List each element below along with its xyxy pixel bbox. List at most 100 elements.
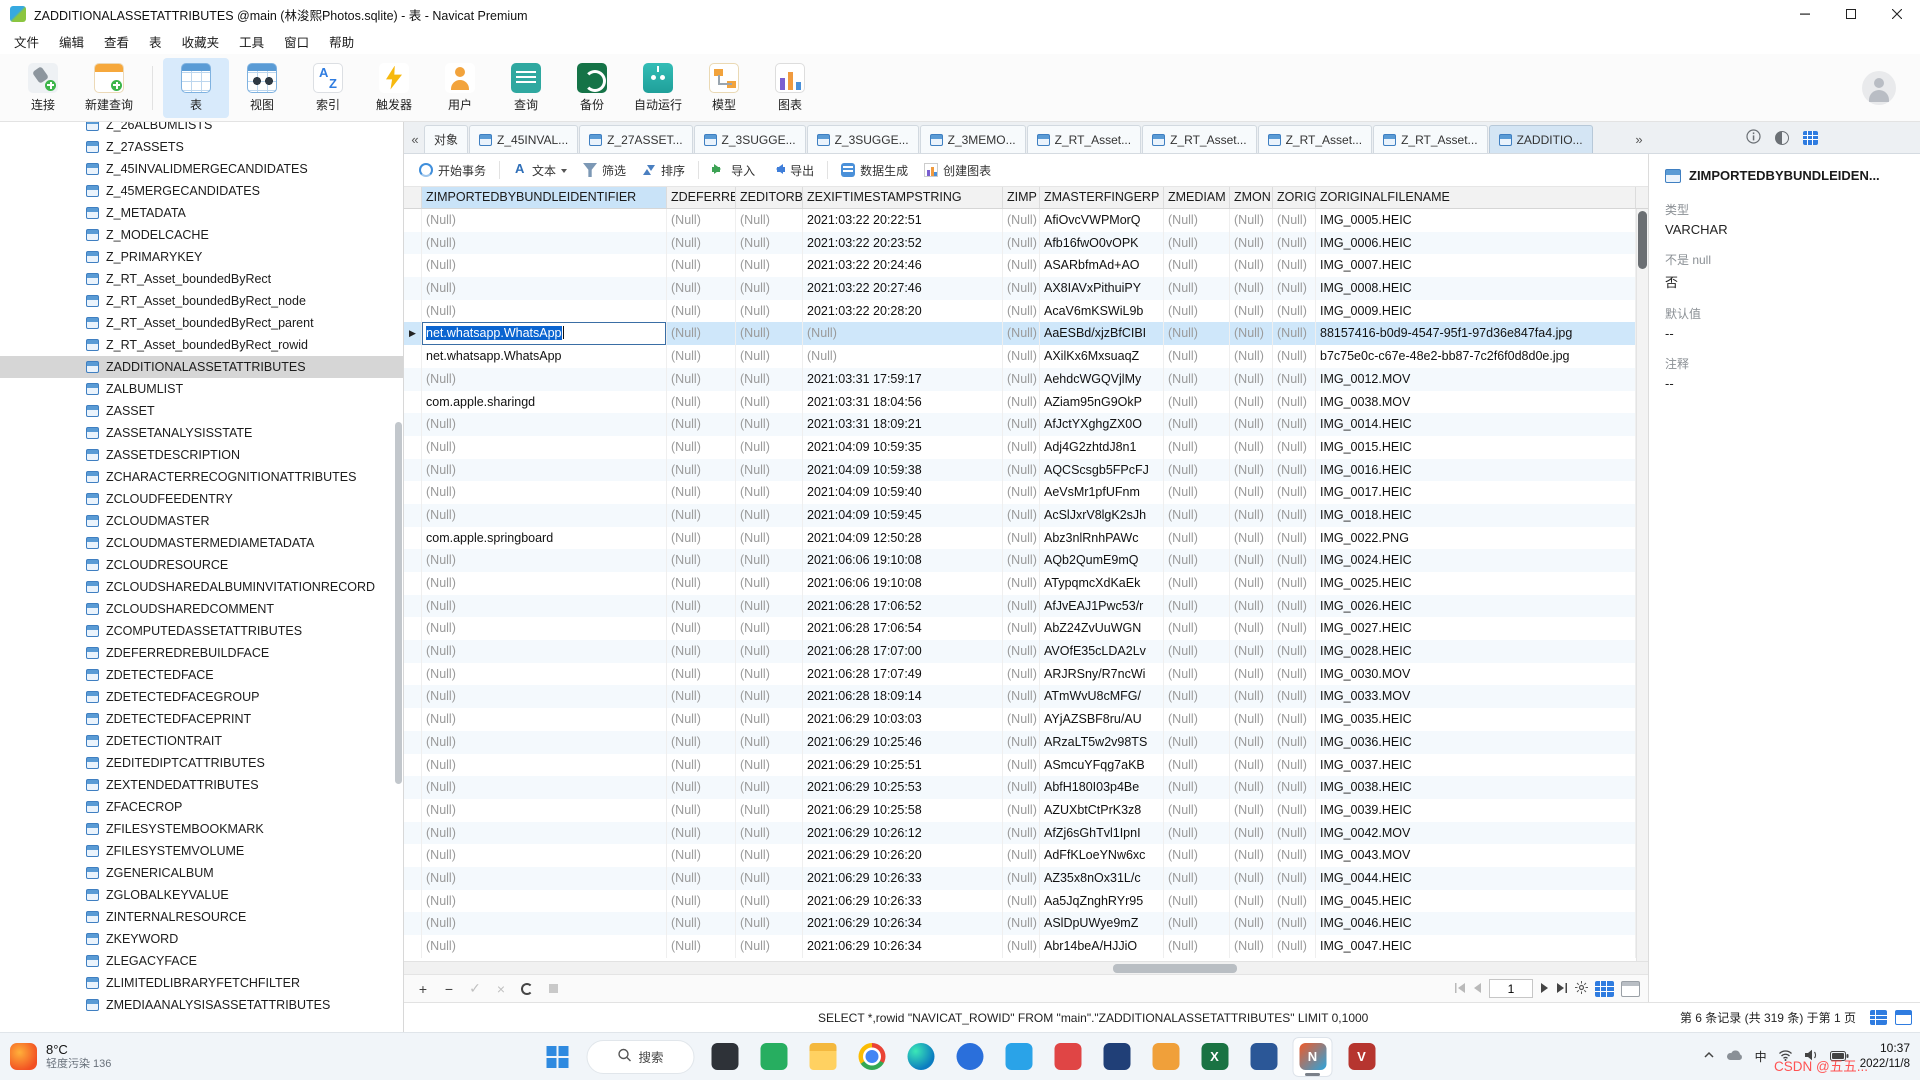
cell[interactable]: (Null): [1164, 481, 1230, 504]
toolbar-index[interactable]: 索引: [295, 58, 361, 118]
sidebar-item[interactable]: ZLIMITEDLIBRARYFETCHFILTER: [0, 972, 403, 994]
cell[interactable]: (Null): [1164, 254, 1230, 277]
cell[interactable]: (Null): [1164, 799, 1230, 822]
sidebar-item[interactable]: ZALBUMLIST: [0, 378, 403, 400]
cell[interactable]: (Null): [736, 209, 803, 232]
cell[interactable]: IMG_0015.HEIC: [1316, 436, 1636, 459]
cell[interactable]: (Null): [1164, 595, 1230, 618]
toolbar-new-query[interactable]: 新建查询: [76, 58, 142, 118]
cell[interactable]: IMG_0037.HEIC: [1316, 754, 1636, 777]
toolbar-trigger[interactable]: 触发器: [361, 58, 427, 118]
cell[interactable]: (Null): [1230, 617, 1273, 640]
cell[interactable]: (Null): [1273, 935, 1316, 958]
cell[interactable]: (Null): [736, 459, 803, 482]
cell[interactable]: (Null): [667, 890, 736, 913]
cell[interactable]: (Null): [1003, 209, 1040, 232]
sidebar-item[interactable]: ZDETECTEDFACE: [0, 664, 403, 686]
cell[interactable]: (Null): [1273, 685, 1316, 708]
cell[interactable]: (Null): [1164, 867, 1230, 890]
cell[interactable]: [404, 368, 422, 391]
cell[interactable]: (Null): [1003, 572, 1040, 595]
cell[interactable]: (Null): [1003, 504, 1040, 527]
cell[interactable]: (Null): [1164, 345, 1230, 368]
cell[interactable]: (Null): [1003, 300, 1040, 323]
sidebar-item[interactable]: ZMEDIAANALYSISASSETATTRIBUTES: [0, 994, 403, 1016]
cell[interactable]: (Null): [422, 890, 667, 913]
toolbar-views[interactable]: 视图: [229, 58, 295, 118]
form-view-toggle[interactable]: [1621, 981, 1640, 997]
cell[interactable]: [404, 776, 422, 799]
cell[interactable]: (Null): [667, 209, 736, 232]
cell[interactable]: (Null): [667, 867, 736, 890]
cell[interactable]: AcSlJxrV8lgK2sJh: [1040, 504, 1164, 527]
toolbar-users[interactable]: 用户: [427, 58, 493, 118]
cell[interactable]: (Null): [422, 254, 667, 277]
refresh-button[interactable]: [516, 979, 538, 999]
cell[interactable]: (Null): [422, 232, 667, 255]
cell[interactable]: (Null): [1230, 413, 1273, 436]
next-page-button[interactable]: [1540, 981, 1549, 996]
cell[interactable]: (Null): [1003, 617, 1040, 640]
weather-widget[interactable]: 8°C 轻度污染 136: [10, 1033, 111, 1080]
cell[interactable]: (Null): [1273, 368, 1316, 391]
cell[interactable]: AXilKx6MxsuaqZ: [1040, 345, 1164, 368]
cell[interactable]: (Null): [736, 527, 803, 550]
cell[interactable]: [404, 254, 422, 277]
cell[interactable]: (Null): [1273, 481, 1316, 504]
cell[interactable]: AfJctYXghgZX0O: [1040, 413, 1164, 436]
navicat-icon[interactable]: N: [1293, 1037, 1333, 1077]
first-page-button[interactable]: [1454, 981, 1466, 996]
menu-item-view[interactable]: 查看: [94, 28, 139, 55]
cell[interactable]: (Null): [736, 345, 803, 368]
user-avatar[interactable]: [1862, 71, 1896, 105]
cell[interactable]: (Null): [1273, 459, 1316, 482]
cell[interactable]: (Null): [1003, 844, 1040, 867]
cell[interactable]: (Null): [1164, 844, 1230, 867]
cell[interactable]: (Null): [1003, 459, 1040, 482]
cell[interactable]: (Null): [736, 640, 803, 663]
cell[interactable]: Aa5JqZnghRYr95: [1040, 890, 1164, 913]
status-form-icon[interactable]: [1895, 1010, 1912, 1025]
sidebar-item[interactable]: Z_RT_Asset_boundedByRect: [0, 268, 403, 290]
cell[interactable]: IMG_0038.HEIC: [1316, 776, 1636, 799]
cell[interactable]: (Null): [422, 640, 667, 663]
cell[interactable]: (Null): [1164, 731, 1230, 754]
cell[interactable]: (Null): [736, 776, 803, 799]
sidebar-item[interactable]: Z_45INVALIDMERGECANDIDATES: [0, 158, 403, 180]
cell[interactable]: AQb2QumE9mQ: [1040, 549, 1164, 572]
column-header[interactable]: ZIMP: [1003, 187, 1040, 208]
cell[interactable]: (Null): [736, 595, 803, 618]
cell[interactable]: IMG_0005.HEIC: [1316, 209, 1636, 232]
sidebar-item[interactable]: ZKEYWORD: [0, 928, 403, 950]
sidebar-item[interactable]: ZASSETANALYSISSTATE: [0, 422, 403, 444]
cell[interactable]: (Null): [667, 595, 736, 618]
cell[interactable]: (Null): [1003, 322, 1040, 345]
cell[interactable]: (Null): [422, 663, 667, 686]
cell[interactable]: AZ35x8nOx31L/c: [1040, 867, 1164, 890]
cell[interactable]: 2021:03:22 20:28:20: [803, 300, 1003, 323]
sidebar-item[interactable]: ZASSETDESCRIPTION: [0, 444, 403, 466]
menu-item-table[interactable]: 表: [139, 28, 172, 55]
table-row[interactable]: (Null)(Null)(Null)2021:03:31 18:09:21(Nu…: [404, 413, 1648, 436]
last-page-button[interactable]: [1556, 981, 1568, 996]
app-blue-icon[interactable]: [1244, 1037, 1284, 1077]
sidebar-item[interactable]: ZINTERNALRESOURCE: [0, 906, 403, 928]
cell[interactable]: (Null): [736, 912, 803, 935]
cell[interactable]: IMG_0018.HEIC: [1316, 504, 1636, 527]
cell[interactable]: (Null): [667, 822, 736, 845]
edge-icon[interactable]: [901, 1037, 941, 1077]
cell[interactable]: (Null): [422, 867, 667, 890]
cell[interactable]: (Null): [1273, 549, 1316, 572]
sidebar-item[interactable]: Z_27ASSETS: [0, 136, 403, 158]
cell[interactable]: (Null): [1003, 776, 1040, 799]
cell[interactable]: (Null): [1273, 754, 1316, 777]
cell[interactable]: IMG_0039.HEIC: [1316, 799, 1636, 822]
table-row[interactable]: (Null)(Null)(Null)2021:06:06 19:10:08(Nu…: [404, 572, 1648, 595]
cell[interactable]: (Null): [667, 391, 736, 414]
sidebar-scrollbar-thumb[interactable]: [395, 422, 402, 784]
cell[interactable]: IMG_0008.HEIC: [1316, 277, 1636, 300]
cell[interactable]: (Null): [667, 640, 736, 663]
cell[interactable]: IMG_0007.HEIC: [1316, 254, 1636, 277]
cell[interactable]: (Null): [1230, 345, 1273, 368]
cell[interactable]: 2021:06:29 10:25:51: [803, 754, 1003, 777]
